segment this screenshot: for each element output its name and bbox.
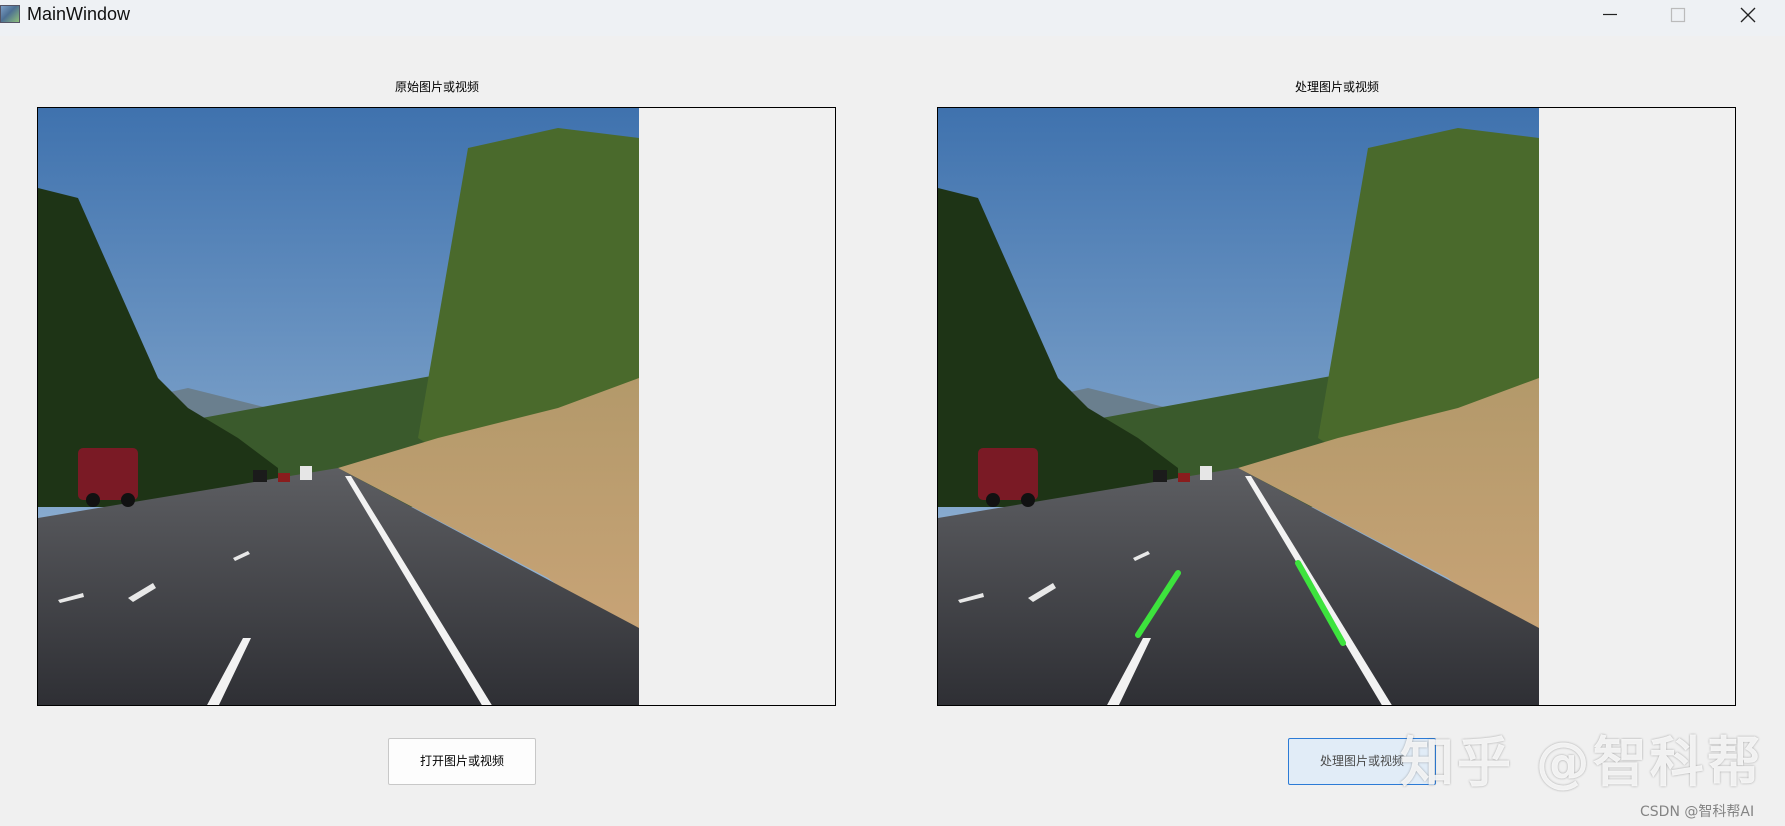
csdn-credit: CSDN @智科帮AI bbox=[1640, 804, 1755, 820]
zhihu-watermark: 知乎 @智科帮 bbox=[1400, 731, 1764, 794]
original-media-label: 原始图片或视频 bbox=[394, 80, 479, 94]
road-scene-image bbox=[38, 108, 639, 705]
processed-media-label: 处理图片或视频 bbox=[1294, 80, 1379, 94]
processed-media-view bbox=[937, 107, 1736, 706]
minimize-icon bbox=[1603, 13, 1617, 16]
window-title: MainWindow bbox=[27, 4, 131, 24]
open-media-button[interactable]: 打开图片或视频 bbox=[388, 738, 536, 785]
maximize-icon bbox=[1670, 7, 1686, 23]
close-button[interactable] bbox=[1718, 0, 1782, 30]
maximize-button[interactable] bbox=[1648, 0, 1712, 30]
original-media-view bbox=[37, 107, 836, 706]
app-icon bbox=[0, 5, 20, 23]
title-bar: MainWindow bbox=[0, 0, 1785, 36]
processed-road-scene-image bbox=[938, 108, 1539, 705]
close-icon bbox=[1740, 7, 1756, 23]
minimize-button[interactable] bbox=[1580, 0, 1644, 30]
